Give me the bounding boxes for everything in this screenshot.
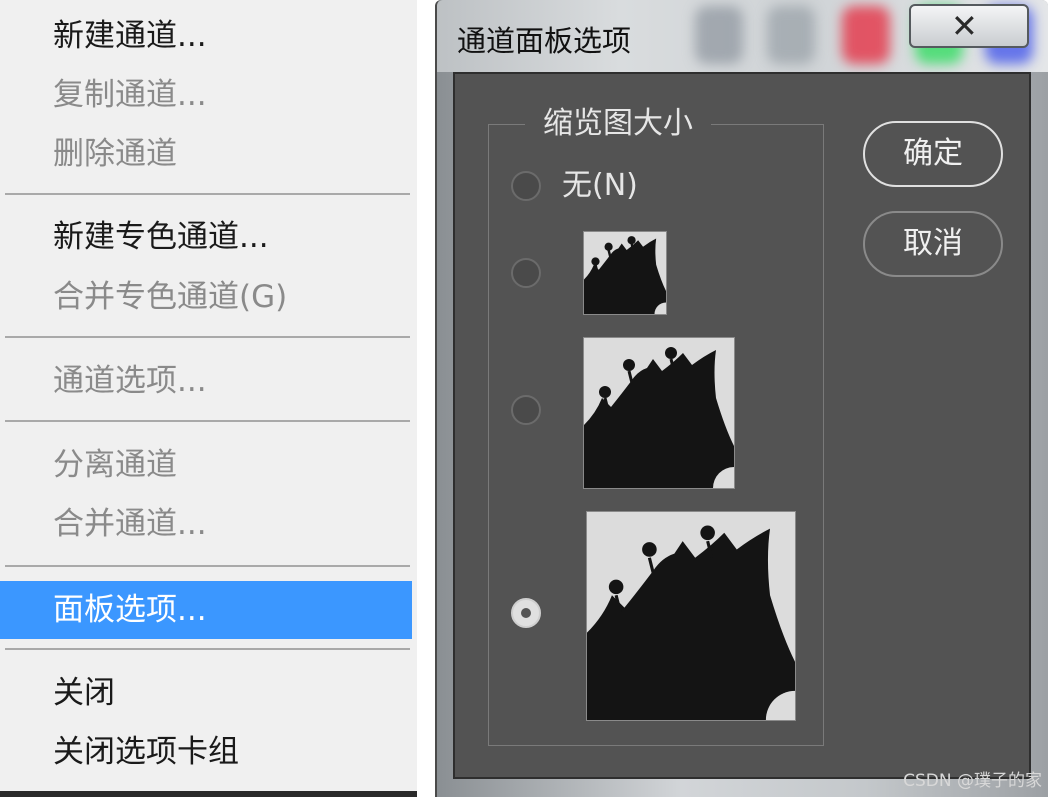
menu-separator [5, 336, 410, 338]
watermark: CSDN @璞子的家 [903, 771, 1042, 791]
thumbnail-size-group-title: 缩览图大小 [525, 104, 711, 144]
close-button[interactable]: ✕ [909, 4, 1029, 48]
channels-panel-options-dialog: 通道面板选项 ✕ 缩览图大小 无(N) 确定 取消 CSDN @璞子的家 [435, 0, 1048, 797]
menu-separator [5, 648, 410, 650]
titlebar-glow [842, 6, 890, 64]
thumbnail-preview-small[interactable] [583, 231, 667, 315]
channel-thumbnail-image [584, 338, 734, 488]
radio-selected-dot [521, 608, 531, 618]
dialog-client-area: 缩览图大小 无(N) 确定 取消 [453, 72, 1031, 779]
ok-button[interactable]: 确定 [863, 121, 1003, 187]
dialog-title: 通道面板选项 [457, 24, 632, 58]
radio-thumbnail-none[interactable] [511, 171, 541, 201]
titlebar-glow [695, 6, 743, 64]
menu-item-duplicate-channel[interactable]: 复制通道... [0, 71, 412, 119]
menu-item-panel-options[interactable]: 面板选项... [0, 581, 412, 639]
menu-separator [5, 420, 410, 422]
menu-item-merge-spot-channel[interactable]: 合并专色通道(G) [0, 273, 412, 321]
thumbnail-preview-large[interactable] [586, 511, 796, 721]
titlebar-glow [767, 6, 815, 64]
menu-item-new-spot-channel[interactable]: 新建专色通道... [0, 213, 412, 261]
menu-item-split-channels[interactable]: 分离通道 [0, 441, 412, 489]
cancel-button[interactable]: 取消 [863, 211, 1003, 277]
menu-item-delete-channel[interactable]: 删除通道 [0, 130, 412, 178]
menu-separator [5, 193, 410, 195]
radio-thumbnail-medium[interactable] [511, 395, 541, 425]
channel-thumbnail-image [584, 232, 666, 314]
close-icon: ✕ [951, 7, 978, 45]
screenshot-root: 新建通道... 复制通道... 删除通道 新建专色通道... 合并专色通道(G)… [0, 0, 1048, 797]
dialog-titlebar[interactable]: 通道面板选项 ✕ [437, 0, 1048, 72]
menu-item-close[interactable]: 关闭 [0, 669, 412, 717]
menu-item-merge-channels[interactable]: 合并通道... [0, 500, 412, 548]
menu-item-close-tab-group[interactable]: 关闭选项卡组 [0, 728, 412, 776]
channel-thumbnail-image [587, 512, 795, 720]
thumbnail-preview-medium[interactable] [583, 337, 735, 489]
menu-item-new-channel[interactable]: 新建通道... [0, 12, 412, 60]
channels-panel-menu: 新建通道... 复制通道... 删除通道 新建专色通道... 合并专色通道(G)… [0, 0, 417, 797]
radio-thumbnail-small[interactable] [511, 258, 541, 288]
radio-thumbnail-none-label[interactable]: 无(N) [562, 166, 638, 206]
radio-thumbnail-large[interactable] [511, 598, 541, 628]
menu-separator [5, 565, 410, 567]
menu-item-channel-options[interactable]: 通道选项... [0, 357, 412, 405]
